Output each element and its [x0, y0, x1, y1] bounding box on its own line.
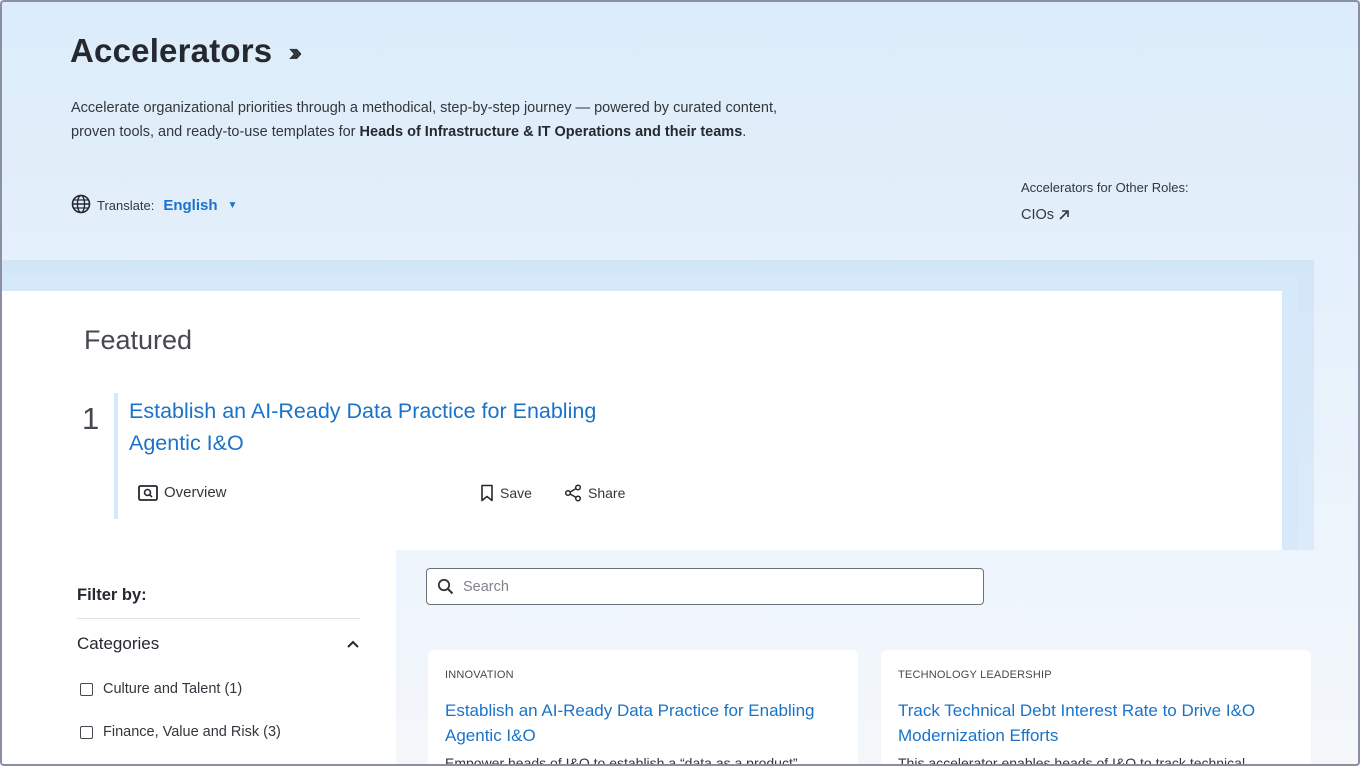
featured-rank: 1: [82, 401, 100, 436]
caret-down-icon[interactable]: ▼: [228, 200, 238, 211]
bookmark-icon: [481, 484, 493, 502]
card-title-link[interactable]: Track Technical Debt Interest Rate to Dr…: [898, 698, 1298, 748]
language-select[interactable]: English: [163, 197, 217, 214]
filter-option-label[interactable]: Finance, Value and Risk (3): [103, 724, 281, 740]
save-button[interactable]: Save: [480, 484, 532, 502]
overview-icon: [138, 484, 158, 501]
categories-label[interactable]: Categories: [77, 634, 159, 654]
cios-link-label[interactable]: CIOs: [1021, 207, 1054, 223]
card-title-link[interactable]: Establish an AI-Ready Data Practice for …: [445, 698, 845, 748]
filter-option-finance-value-risk[interactable]: Finance, Value and Risk (3): [80, 724, 281, 740]
translate-control: Translate: English ▼: [71, 194, 237, 217]
card-category: TECHNOLOGY LEADERSHIP: [898, 669, 1052, 681]
card-description: Empower heads of I&O to establish a “dat…: [445, 755, 798, 766]
overview-button[interactable]: Overview: [138, 484, 227, 501]
accelerator-card[interactable]: INNOVATION Establish an AI-Ready Data Pr…: [428, 650, 858, 766]
hero-description: Accelerate organizational priorities thr…: [71, 97, 791, 144]
accelerator-card[interactable]: TECHNOLOGY LEADERSHIP Track Technical De…: [881, 650, 1311, 766]
globe-icon: [71, 194, 91, 217]
triple-chevron-icon: ›››: [288, 36, 302, 67]
filter-sidebar: Filter by: Categories Culture and Talent…: [2, 550, 396, 764]
featured-accent-bar: [114, 393, 118, 519]
checkbox[interactable]: [80, 725, 93, 739]
hero-section: Accelerators ››› Accelerate organization…: [2, 2, 1358, 292]
search-box[interactable]: [426, 568, 984, 605]
save-label[interactable]: Save: [500, 485, 532, 501]
page-frame: Accelerators ››› Accelerate organization…: [0, 0, 1360, 766]
filter-option-label[interactable]: Culture and Talent (1): [103, 681, 242, 697]
translate-label: Translate:: [97, 198, 155, 213]
page-title-row: Accelerators ›››: [70, 32, 302, 70]
other-roles: Accelerators for Other Roles: CIOs: [1021, 180, 1189, 223]
hero-description-end: .: [742, 123, 747, 140]
hero-description-role: Heads of Infrastructure & IT Operations …: [359, 123, 743, 140]
categories-toggle[interactable]: Categories: [77, 634, 360, 654]
filter-title: Filter by:: [77, 586, 147, 604]
search-input[interactable]: [463, 578, 963, 595]
overview-label[interactable]: Overview: [164, 484, 227, 501]
share-button[interactable]: Share: [564, 484, 625, 502]
share-icon: [564, 484, 582, 502]
chevron-up-icon[interactable]: [346, 639, 360, 649]
card-description: This accelerator enables heads of I&O to…: [898, 755, 1246, 766]
search-icon: [437, 578, 454, 595]
featured-panel: Featured 1 Establish an AI-Ready Data Pr…: [2, 291, 1282, 550]
filter-divider: [77, 618, 360, 619]
featured-heading: Featured: [84, 325, 193, 355]
featured-title-link[interactable]: Establish an AI-Ready Data Practice for …: [129, 395, 649, 459]
checkbox[interactable]: [80, 682, 93, 696]
page-title: Accelerators: [70, 32, 273, 69]
other-roles-label: Accelerators for Other Roles:: [1021, 180, 1189, 195]
cios-link[interactable]: CIOs: [1021, 207, 1189, 223]
arrow-up-right-icon: [1059, 210, 1069, 220]
filter-option-culture-talent[interactable]: Culture and Talent (1): [80, 681, 242, 697]
card-category: INNOVATION: [445, 669, 514, 681]
share-label[interactable]: Share: [588, 485, 625, 501]
